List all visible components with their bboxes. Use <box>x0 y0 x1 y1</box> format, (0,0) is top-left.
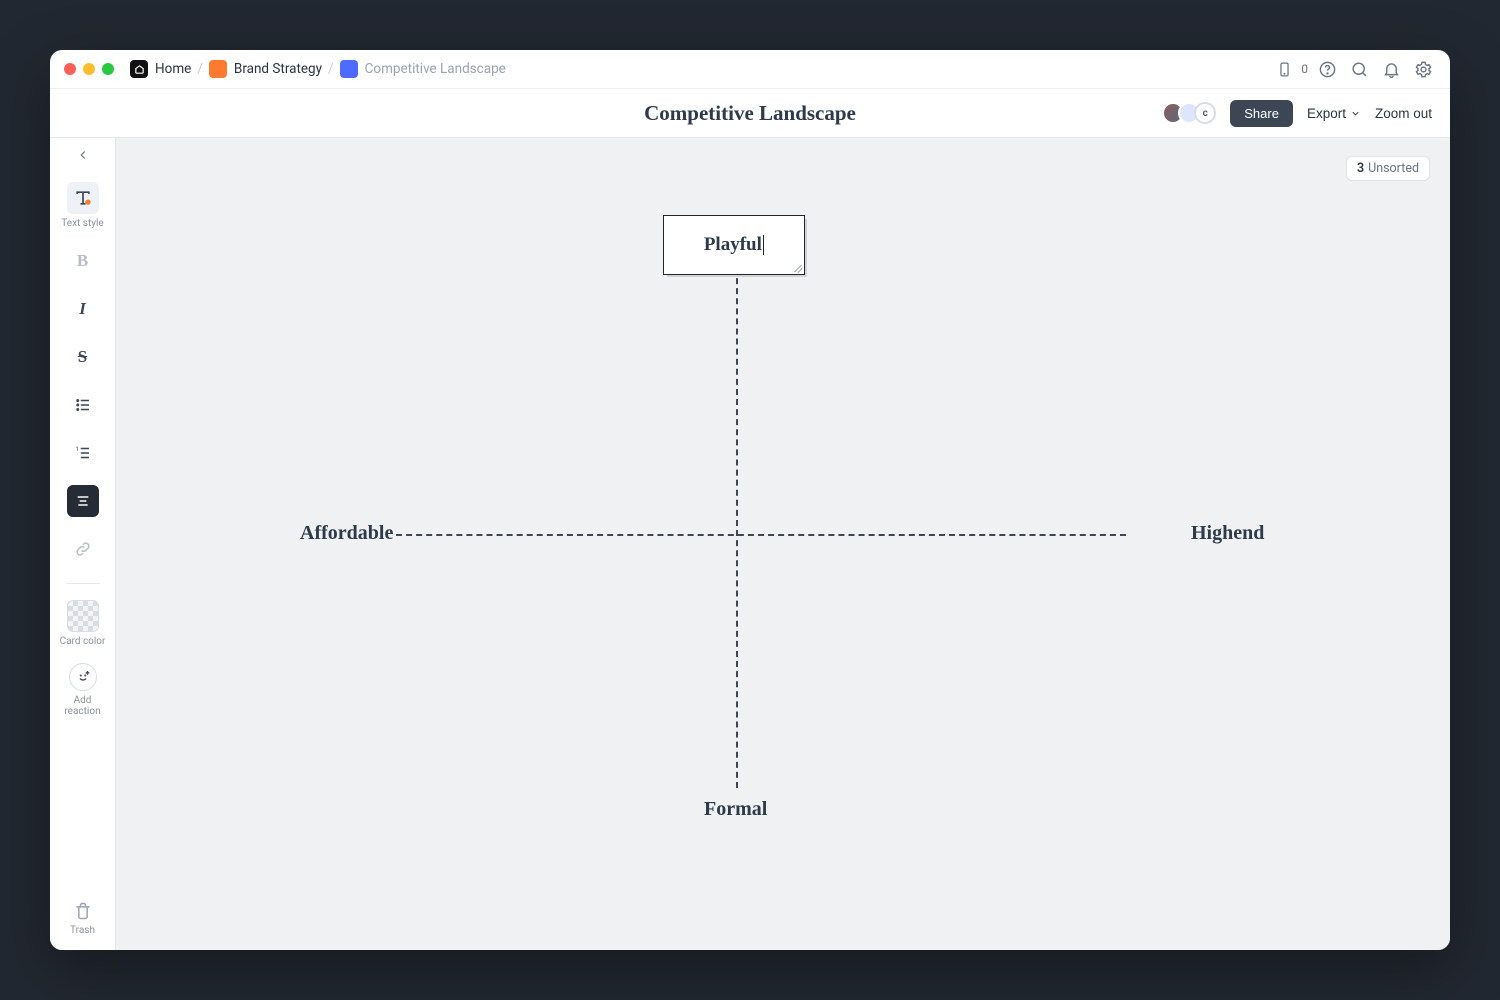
trash-button[interactable]: Trash <box>70 901 95 936</box>
app-window: Home / Brand Strategy / Competitive Land… <box>50 50 1450 950</box>
text-style-button[interactable]: Text style <box>60 182 106 229</box>
canvas[interactable]: 3 Unsorted Affordable Highend Formal Pla… <box>116 138 1450 950</box>
notifications-button[interactable] <box>1378 56 1404 82</box>
italic-icon: I <box>67 293 99 325</box>
chevron-down-icon <box>1350 108 1361 119</box>
export-button[interactable]: Export <box>1307 106 1361 121</box>
horizontal-axis <box>396 534 1126 536</box>
strikethrough-button[interactable]: S <box>60 341 106 373</box>
svg-text:1: 1 <box>75 446 78 453</box>
mobile-preview-button[interactable] <box>1271 56 1297 82</box>
body: Text style B I S 1 <box>50 138 1450 950</box>
numbered-list-button[interactable]: 1 <box>60 437 106 469</box>
align-center-icon <box>67 485 99 517</box>
resize-handle-icon[interactable] <box>792 262 802 272</box>
link-button[interactable] <box>60 533 106 565</box>
text-cursor <box>763 235 764 255</box>
settings-button[interactable] <box>1410 56 1436 82</box>
title-bar: Competitive Landscape c Share Export Zoo… <box>50 89 1450 138</box>
breadcrumb-current[interactable]: Competitive Landscape <box>340 60 506 78</box>
avatar[interactable]: c <box>1194 102 1216 124</box>
unsorted-label: Unsorted <box>1368 161 1419 176</box>
help-button[interactable] <box>1314 56 1340 82</box>
breadcrumb-current-label: Competitive Landscape <box>365 61 506 77</box>
zoom-out-button[interactable]: Zoom out <box>1375 106 1432 121</box>
text-style-icon <box>67 182 99 214</box>
add-reaction-icon <box>69 663 97 691</box>
card-color-icon <box>67 600 99 632</box>
card-text: Playful <box>704 234 762 256</box>
minimize-window-icon[interactable] <box>83 63 95 75</box>
breadcrumb-parent-label: Brand Strategy <box>234 61 322 77</box>
folder-blue-icon <box>340 60 358 78</box>
unsorted-count: 3 <box>1357 161 1364 176</box>
breadcrumb-sep: / <box>328 61 334 77</box>
title-actions: c Share Export Zoom out <box>1162 100 1450 127</box>
alignment-button[interactable] <box>60 485 106 517</box>
add-reaction-button[interactable]: Add reaction <box>60 663 106 717</box>
export-label: Export <box>1307 106 1346 121</box>
trash-icon <box>73 901 93 921</box>
share-button[interactable]: Share <box>1230 100 1293 127</box>
editing-card[interactable]: Playful <box>663 215 805 275</box>
bold-button[interactable]: B <box>60 245 106 277</box>
search-button[interactable] <box>1346 56 1372 82</box>
bullet-list-icon <box>67 389 99 421</box>
breadcrumb-sep: / <box>197 61 203 77</box>
unsorted-pill[interactable]: 3 Unsorted <box>1346 156 1430 181</box>
axis-label-left[interactable]: Affordable <box>300 522 393 545</box>
vertical-axis <box>736 268 738 788</box>
axis-label-right[interactable]: Highend <box>1191 522 1264 545</box>
bold-icon: B <box>67 245 99 277</box>
trash-label: Trash <box>70 925 95 936</box>
sidebar-back-button[interactable] <box>50 144 115 166</box>
link-icon <box>67 533 99 565</box>
maximize-window-icon[interactable] <box>102 63 114 75</box>
axis-label-bottom[interactable]: Formal <box>704 798 767 821</box>
breadcrumb-parent[interactable]: Brand Strategy <box>209 60 322 78</box>
window-chrome: Home / Brand Strategy / Competitive Land… <box>50 50 1450 89</box>
card-color-label: Card color <box>60 636 106 647</box>
folder-orange-icon <box>209 60 227 78</box>
close-window-icon[interactable] <box>64 63 76 75</box>
home-logo-icon <box>130 60 148 78</box>
bullet-list-button[interactable] <box>60 389 106 421</box>
mobile-count: 0 <box>1301 62 1308 76</box>
breadcrumb-home[interactable]: Home <box>130 60 191 78</box>
card-color-button[interactable]: Card color <box>60 600 106 647</box>
collaborator-avatars[interactable]: c <box>1162 102 1216 124</box>
italic-button[interactable]: I <box>60 293 106 325</box>
add-reaction-label: Add reaction <box>60 695 106 717</box>
format-sidebar: Text style B I S 1 <box>50 138 116 950</box>
strikethrough-icon: S <box>67 341 99 373</box>
breadcrumb-home-label: Home <box>155 61 191 77</box>
numbered-list-icon: 1 <box>67 437 99 469</box>
text-style-label: Text style <box>61 218 103 229</box>
traffic-lights <box>64 63 114 75</box>
sidebar-separator <box>66 583 100 584</box>
arrow-left-icon <box>76 148 90 162</box>
